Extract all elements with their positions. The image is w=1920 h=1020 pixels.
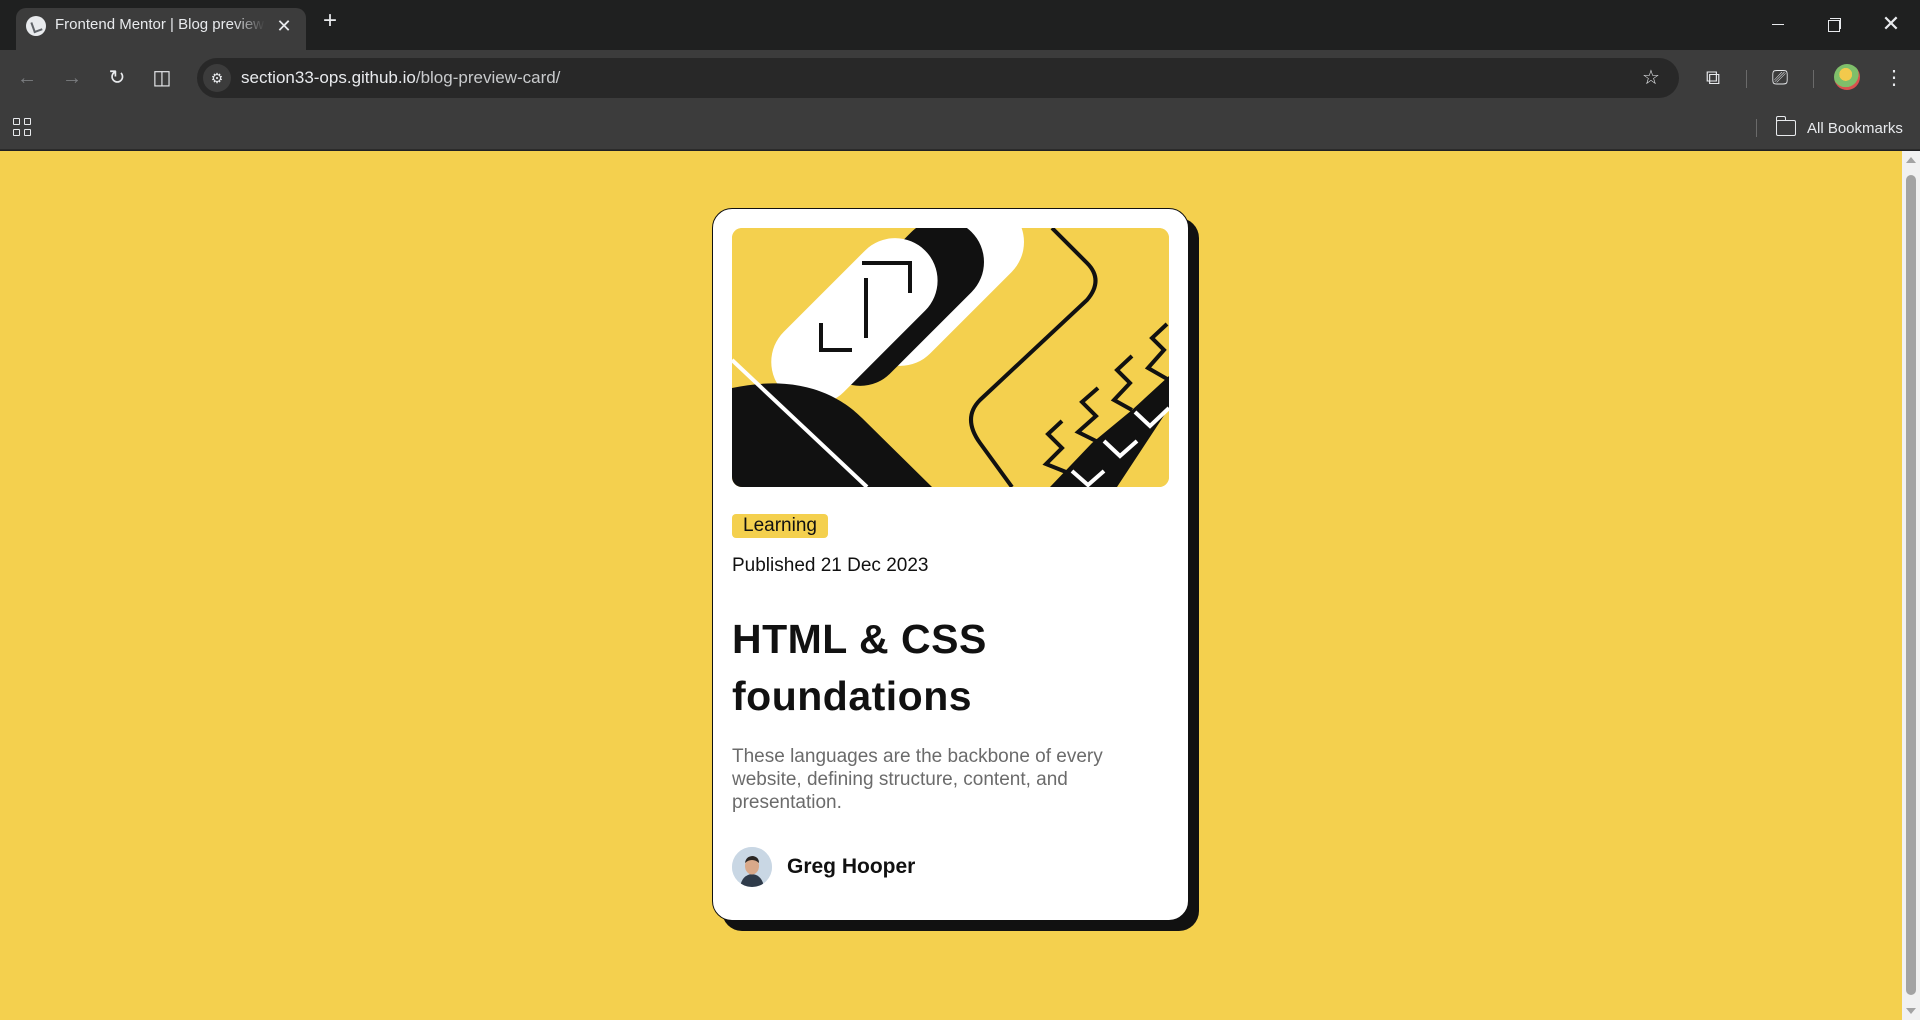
address-bar[interactable]: ⚙ section33-ops.github.io/blog-preview-c… — [197, 58, 1679, 98]
back-arrow-icon[interactable]: ← — [13, 64, 41, 92]
url-path: /blog-preview-card/ — [415, 68, 561, 87]
extensions-icon[interactable]: ⧉ — [1699, 64, 1727, 92]
new-tab-button[interactable]: + — [318, 9, 342, 34]
author-avatar — [732, 847, 772, 887]
url-host: section33-ops.github.io — [241, 68, 416, 87]
bookmarks-bar: All Bookmarks — [0, 106, 1920, 150]
category-tag: Learning — [732, 514, 828, 538]
apps-grid-icon[interactable] — [13, 118, 33, 138]
more-menu-icon[interactable]: ⋮ — [1880, 64, 1908, 92]
split-view-icon[interactable]: ◫ — [148, 64, 176, 92]
blog-preview-card: Learning Published 21 Dec 2023 HTML & CS… — [712, 208, 1189, 921]
browser-tab[interactable]: Frontend Mentor | Blog preview card ✕ — [16, 8, 306, 50]
all-bookmarks-link[interactable]: All Bookmarks — [1807, 120, 1903, 137]
published-date: Published 21 Dec 2023 — [732, 555, 929, 576]
blog-illustration-icon — [732, 228, 1169, 487]
toolbar-divider — [1746, 70, 1747, 88]
toolbar-divider — [1813, 70, 1814, 88]
close-tab-icon[interactable]: ✕ — [274, 16, 294, 36]
author-name: Greg Hooper — [787, 855, 916, 878]
scroll-thumb[interactable] — [1906, 175, 1916, 995]
profile-avatar[interactable] — [1834, 64, 1860, 90]
bookmarks-divider — [1756, 119, 1757, 137]
card-title[interactable]: HTML & CSS foundations — [732, 611, 1152, 725]
forward-arrow-icon[interactable]: → — [58, 64, 86, 92]
url-text[interactable]: section33-ops.github.io/blog-preview-car… — [241, 68, 560, 88]
bookmark-star-icon[interactable]: ☆ — [1637, 64, 1665, 92]
scroll-up-arrow-icon[interactable] — [1906, 157, 1916, 163]
cast-search-icon[interactable]: ⎚ — [1766, 64, 1794, 92]
close-window-button[interactable]: ✕ — [1876, 10, 1906, 40]
page-scrollbar[interactable] — [1902, 151, 1920, 1020]
card-illustration — [732, 228, 1169, 487]
folder-icon[interactable] — [1775, 116, 1796, 136]
minimize-window-button[interactable] — [1763, 10, 1793, 40]
reload-icon[interactable]: ↻ — [103, 64, 131, 92]
site-info-icon[interactable]: ⚙ — [203, 64, 231, 92]
restore-window-button[interactable] — [1818, 10, 1848, 40]
scroll-down-arrow-icon[interactable] — [1906, 1008, 1916, 1014]
frontend-mentor-favicon-icon — [26, 16, 46, 36]
card-description: These languages are the backbone of ever… — [732, 746, 1103, 813]
browser-tab-bar: Frontend Mentor | Blog preview card ✕ + … — [0, 0, 1920, 50]
browser-toolbar: ← → ↻ ◫ ⚙ section33-ops.github.io/blog-p… — [0, 50, 1920, 106]
page-viewport: Learning Published 21 Dec 2023 HTML & CS… — [0, 151, 1920, 1020]
tab-title: Frontend Mentor | Blog preview card — [55, 16, 265, 33]
